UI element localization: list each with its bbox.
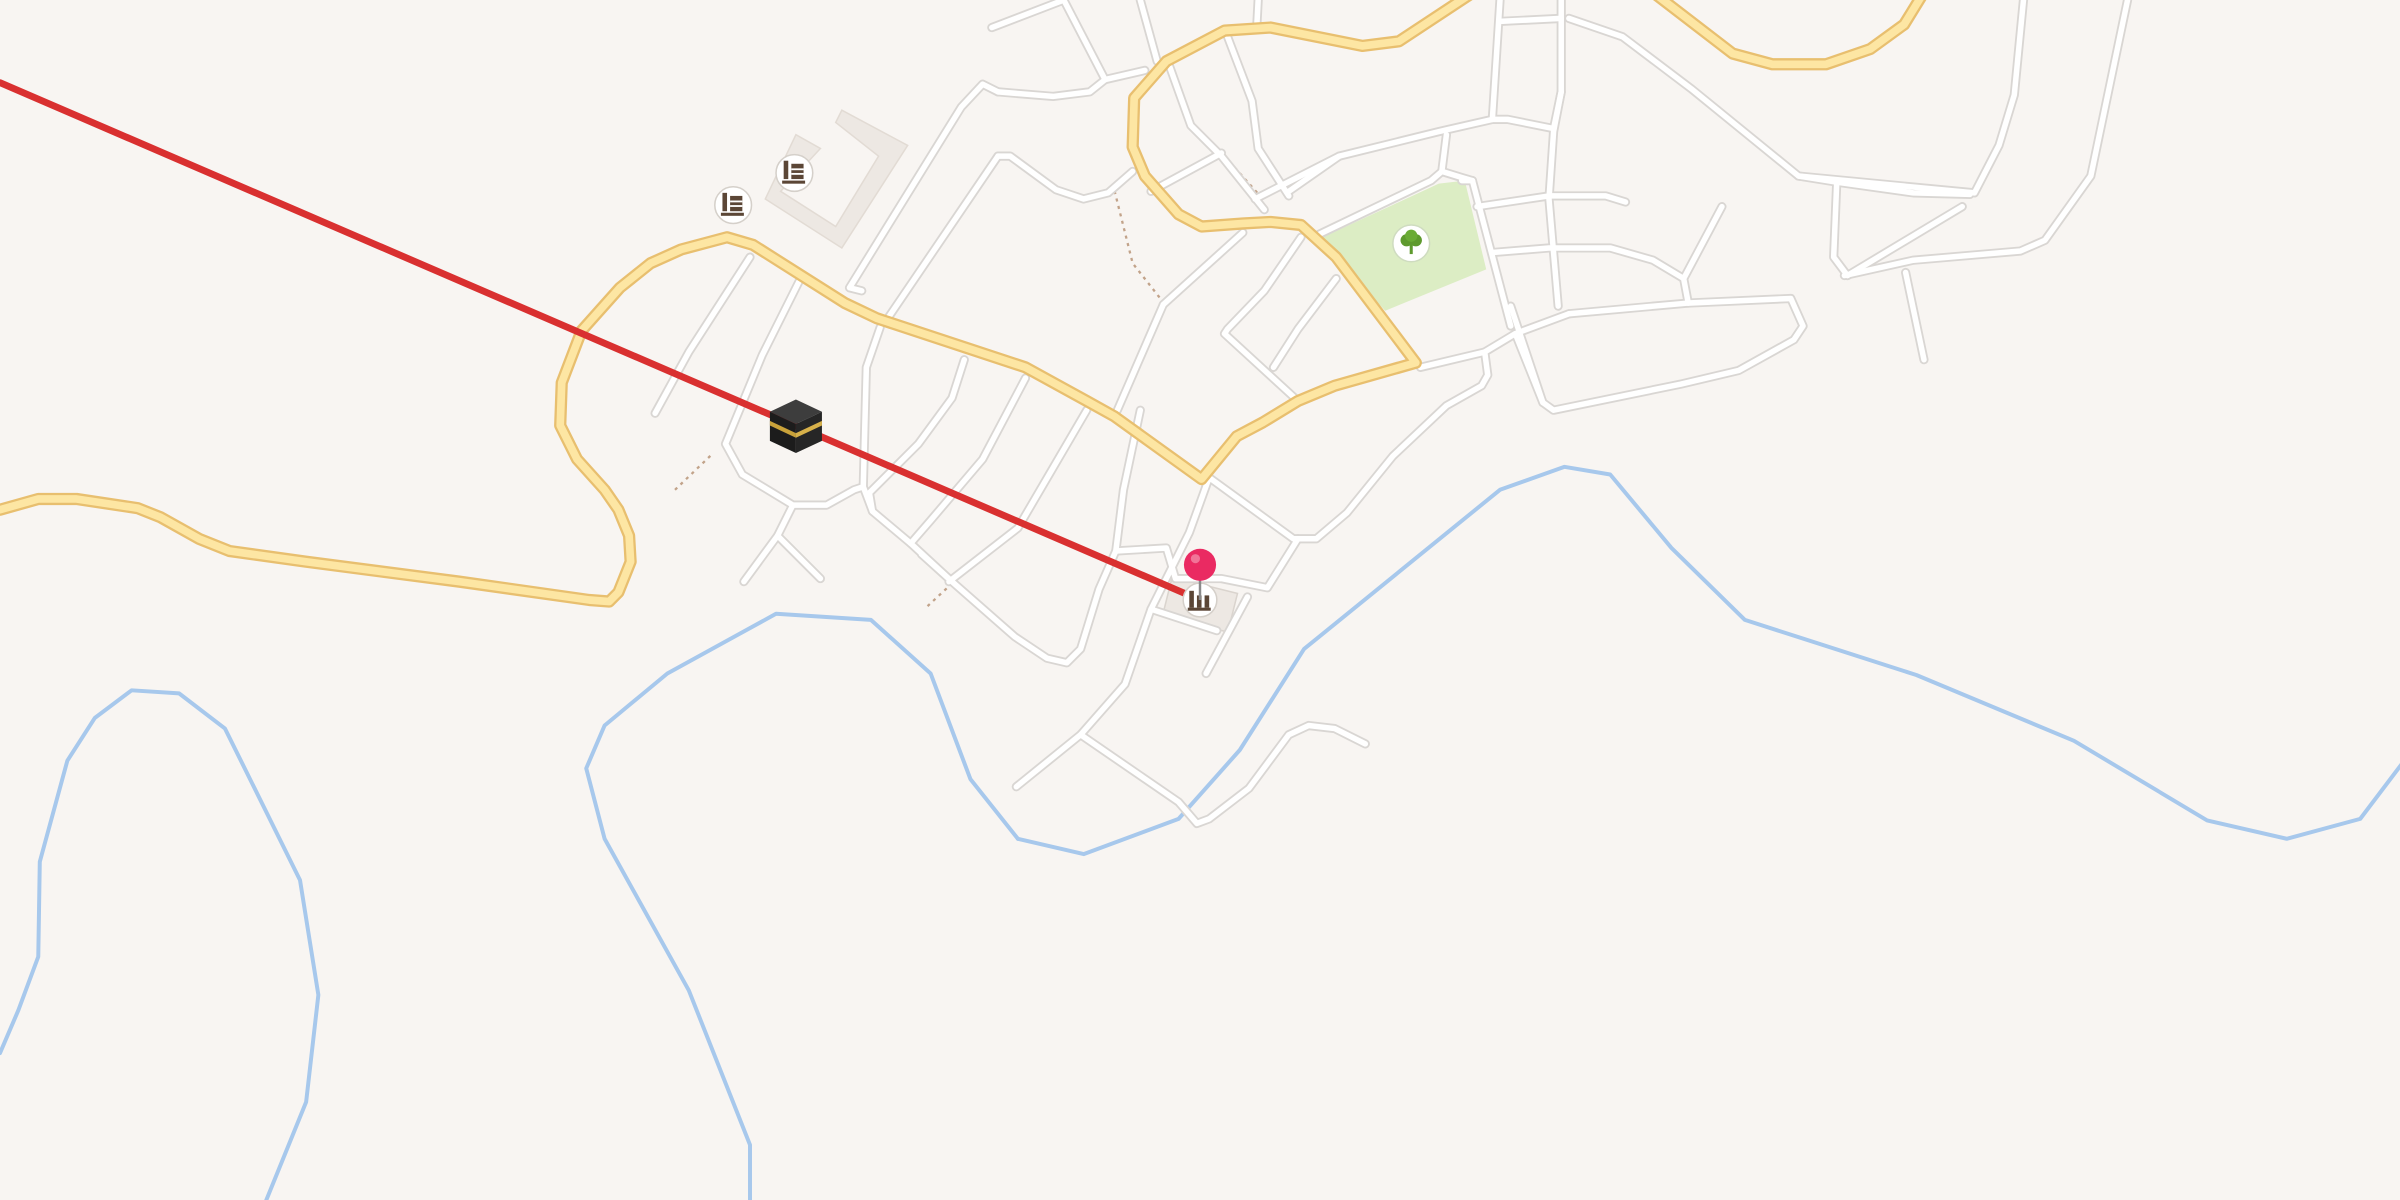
map-view[interactable] [0, 0, 2400, 1200]
park-poi[interactable] [1392, 224, 1431, 263]
street [1497, 15, 1564, 25]
mosque-poi-2[interactable] [714, 185, 753, 225]
map-canvas[interactable] [0, 0, 2400, 1200]
mosque-poi-1[interactable] [775, 153, 814, 193]
